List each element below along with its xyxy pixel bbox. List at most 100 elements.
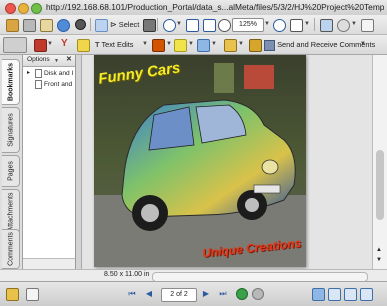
chevron-down-icon[interactable]: ▼ <box>166 41 172 47</box>
bookmark-label: Front and <box>44 81 73 88</box>
chevron-down-icon[interactable]: ▼ <box>188 41 194 47</box>
layout-icon[interactable] <box>320 19 333 32</box>
tab-comments-label: Comments <box>7 232 14 266</box>
chevron-down-icon[interactable]: ▼ <box>304 21 310 27</box>
document-icon[interactable] <box>361 19 374 32</box>
hand-tool-icon[interactable] <box>95 19 108 32</box>
tab-pages[interactable]: Pages <box>2 155 20 187</box>
last-page-icon[interactable]: ⏭ <box>217 288 229 299</box>
tab-signatures[interactable]: Signatures <box>2 107 20 153</box>
rotate-icon[interactable] <box>337 19 350 32</box>
facing-view-icon[interactable] <box>344 288 357 301</box>
sticky-note-icon[interactable] <box>77 39 90 52</box>
tab-bookmarks[interactable]: Bookmarks <box>2 59 20 105</box>
chevron-down-icon[interactable]: ▼ <box>176 21 182 27</box>
bookmark-icon <box>35 79 42 89</box>
select-tool-label: Select <box>118 20 140 29</box>
continuous-facing-view-icon[interactable] <box>360 288 373 301</box>
chevron-down-icon[interactable]: ▼ <box>47 41 53 47</box>
go-back-icon[interactable] <box>252 288 264 300</box>
next-page-icon[interactable]: ▶ <box>200 288 212 299</box>
zoom-window-icon[interactable] <box>31 3 42 14</box>
zoom-out-icon[interactable] <box>218 19 231 32</box>
send-receive-comments-button[interactable]: Send and Receive Comments <box>264 37 375 52</box>
document-viewport[interactable]: Funny Cars Unique Creations <box>82 55 372 269</box>
page-number-field[interactable]: 2 of 2 <box>161 288 197 302</box>
fit-page-icon[interactable] <box>186 19 199 32</box>
toolbar-divider <box>90 18 91 31</box>
highlighter-icon[interactable] <box>174 39 187 52</box>
text-edits-icon: T <box>95 40 100 49</box>
minimize-icon[interactable] <box>18 3 29 14</box>
shapes-icon[interactable] <box>224 39 237 52</box>
hand-icon[interactable] <box>6 288 19 301</box>
bookmarks-hscroll[interactable] <box>23 258 75 269</box>
chevron-down-icon[interactable]: ▼ <box>360 41 366 47</box>
email-icon[interactable] <box>40 19 53 32</box>
attach-icon[interactable] <box>197 39 210 52</box>
text-edits-button[interactable]: T Text Edits <box>95 37 133 52</box>
car-hubcap <box>245 198 259 212</box>
zoom-in-icon[interactable] <box>273 19 286 32</box>
chevron-down-icon[interactable]: ▼ <box>351 21 357 27</box>
tab-comments[interactable]: Comments <box>2 229 20 269</box>
scroll-thumb[interactable] <box>376 150 384 220</box>
highlight-icon[interactable]: Y <box>61 38 68 49</box>
snapshot-icon[interactable] <box>143 19 156 32</box>
select-tool-button[interactable]: ⊳ Select <box>110 17 139 32</box>
toolbar-divider <box>157 18 158 31</box>
sidebar-toggle-button[interactable] <box>3 37 27 53</box>
toolbar-divider <box>314 18 315 31</box>
zoom-in-icon[interactable] <box>163 19 176 32</box>
zoom-level-field[interactable]: 125% <box>232 18 264 32</box>
options-menu[interactable]: Options <box>27 56 50 63</box>
prev-page-icon[interactable]: ◀ <box>143 288 155 299</box>
page-icon[interactable] <box>26 288 39 301</box>
fit-width-icon[interactable] <box>203 19 216 32</box>
wall-window <box>244 65 274 89</box>
text-edits-label: Text Edits <box>101 40 134 49</box>
comment-toolbar: ▼ Y T Text Edits ▼ ▼ ▼ ▼ ▼ Send and Rece… <box>0 35 387 55</box>
print-icon[interactable] <box>23 19 36 32</box>
go-forward-icon[interactable] <box>236 288 248 300</box>
list-item[interactable]: Disk and I <box>35 68 75 79</box>
car-hubcap <box>141 204 159 222</box>
side-tab-strip: Bookmarks Signatures Pages Attachments C… <box>0 55 23 271</box>
chevron-down-icon[interactable]: ▼ <box>238 41 244 47</box>
bookmarks-panel: Options ▼ ✕ ▸ Disk and I Front and <box>23 55 76 269</box>
main-toolbar: ⊳ Select ▼ 125% ▼ ▼ ▼ <box>0 15 387 35</box>
export-icon[interactable] <box>290 19 303 32</box>
continuous-view-icon[interactable] <box>328 288 341 301</box>
vertical-scrollbar[interactable]: ▲ ▼ <box>372 55 387 269</box>
scroll-up-arrow-icon[interactable]: ▲ <box>376 247 382 253</box>
open-icon[interactable] <box>6 19 19 32</box>
chevron-down-icon[interactable]: ▼ <box>264 21 270 27</box>
wall-window <box>214 63 234 93</box>
chevron-down-icon[interactable]: ▼ <box>54 58 59 64</box>
bookmark-icon <box>35 68 42 78</box>
first-page-icon[interactable]: ⏮ <box>126 288 138 299</box>
window-titlebar: http://192.168.68.101/Production_Portal/… <box>0 0 387 16</box>
tag-icon[interactable] <box>249 39 262 52</box>
bookmark-label: Disk and I <box>44 70 74 77</box>
scroll-down-arrow-icon[interactable]: ▼ <box>376 257 382 263</box>
send-receive-icon <box>264 39 275 51</box>
close-icon[interactable]: ✕ <box>66 55 72 63</box>
page-size-label: 8.50 x 11.00 in <box>104 271 150 278</box>
status-bar: ⏮ ◀ 2 of 2 ▶ ⏭ <box>0 281 387 306</box>
close-window-icon[interactable] <box>5 3 16 14</box>
pen-icon[interactable] <box>34 39 47 52</box>
globe-icon[interactable] <box>57 19 70 32</box>
car-photo <box>94 55 306 267</box>
list-item[interactable]: Front and <box>35 79 75 90</box>
stamp-icon[interactable] <box>152 39 165 52</box>
pdf-page: Funny Cars Unique Creations <box>94 55 306 267</box>
search-icon[interactable] <box>75 19 86 30</box>
single-page-view-icon[interactable] <box>312 288 325 301</box>
select-tool-icon: ⊳ <box>110 20 117 29</box>
window-title: http://192.168.68.101/Production_Portal/… <box>46 2 384 12</box>
tab-attachments-label: Attachments <box>7 192 14 232</box>
chevron-down-icon[interactable]: ▼ <box>142 41 148 47</box>
chevron-down-icon[interactable]: ▼ <box>211 41 217 47</box>
expand-arrow-icon[interactable]: ▸ <box>27 69 30 76</box>
